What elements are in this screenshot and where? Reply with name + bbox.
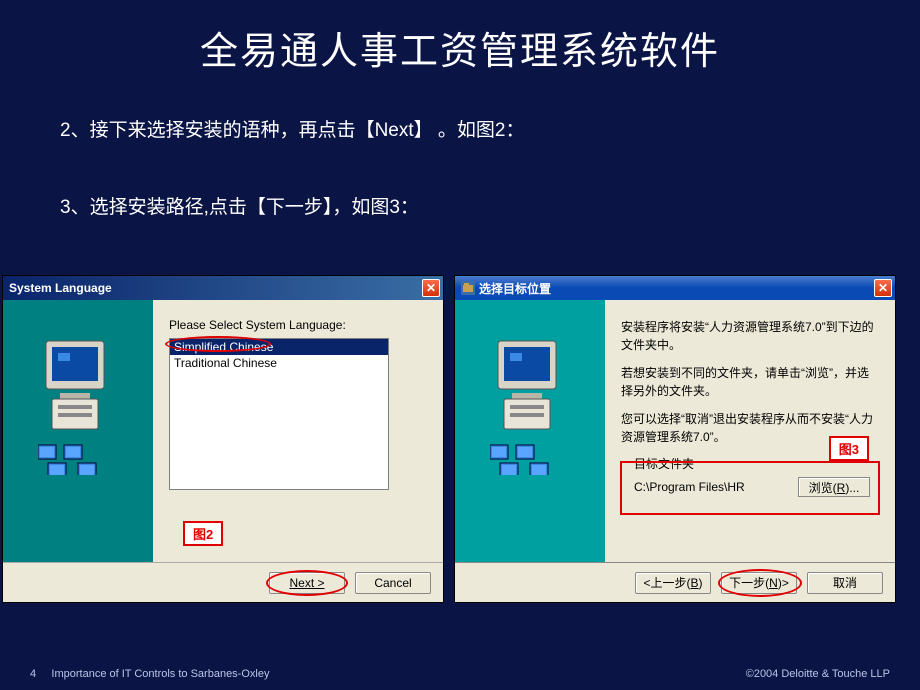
- titlebar-2-text: 选择目标位置: [479, 280, 551, 297]
- destination-group: 目标文件夹 C:\Program Files\HR 浏览(R)...: [621, 462, 879, 514]
- titlebar-1-text: System Language: [9, 281, 112, 295]
- right-panel-1: Please Select System Language: Simplifie…: [153, 300, 443, 564]
- next-button-1[interactable]: Next >: [269, 572, 345, 594]
- slide-footer: 4 Importance of IT Controls to Sarbanes-…: [0, 668, 920, 680]
- footer-right-text: ©2004 Deloitte & Touche LLP: [746, 668, 890, 680]
- left-panel-2: [455, 300, 605, 564]
- lang-option-simplified[interactable]: Simplified Chinese: [170, 339, 388, 355]
- fig2-label: 图2: [183, 521, 223, 546]
- step-3-text: 3、选择安装路径,点击【下一步】，如图3：: [60, 192, 920, 219]
- page-number: 4: [30, 668, 36, 680]
- browse-button[interactable]: 浏览(R)...: [798, 477, 870, 497]
- cancel-button-2[interactable]: 取消: [807, 572, 883, 594]
- button-row-2: <上一步(B) 下一步(N)> 取消: [455, 562, 895, 602]
- destination-legend: 目标文件夹: [630, 455, 698, 472]
- close-button-2[interactable]: ✕: [874, 279, 892, 297]
- lang-prompt: Please Select System Language:: [169, 318, 427, 332]
- slide-title: 全易通人事工资管理系统软件: [0, 0, 920, 75]
- computer-icon-2: [490, 335, 580, 478]
- destination-path: C:\Program Files\HR: [630, 480, 790, 494]
- close-button-1[interactable]: ✕: [422, 279, 440, 297]
- language-listbox[interactable]: Simplified Chinese Traditional Chinese: [169, 338, 389, 490]
- button-row-1: Next > Cancel: [3, 562, 443, 602]
- titlebar-2: 选择目标位置 ✕: [455, 276, 895, 300]
- next-button-2[interactable]: 下一步(N)>: [721, 572, 797, 594]
- left-panel-1: [3, 300, 153, 564]
- computer-icon: [38, 335, 128, 478]
- step-2-text: 2、接下来选择安装的语种，再点击【Next】 。如图2：: [60, 115, 920, 142]
- lang-option-traditional[interactable]: Traditional Chinese: [170, 355, 388, 371]
- dialog-system-language: System Language ✕: [2, 275, 444, 603]
- cancel-button-1[interactable]: Cancel: [355, 572, 431, 594]
- titlebar-1: System Language ✕: [3, 276, 443, 300]
- fig3-label: 图3: [829, 436, 869, 461]
- footer-left-text: Importance of IT Controls to Sarbanes-Ox…: [51, 668, 269, 680]
- info-line-1: 安装程序将安装“人力资源管理系统7.0”到下边的文件夹中。: [621, 318, 879, 354]
- right-panel-2: 安装程序将安装“人力资源管理系统7.0”到下边的文件夹中。 若想安装到不同的文件…: [605, 300, 895, 564]
- info-line-2: 若想安装到不同的文件夹，请单击“浏览”，并选择另外的文件夹。: [621, 364, 879, 400]
- back-button-2[interactable]: <上一步(B): [635, 572, 711, 594]
- dialog-select-destination: 选择目标位置 ✕: [454, 275, 896, 603]
- installer-icon: [461, 281, 475, 295]
